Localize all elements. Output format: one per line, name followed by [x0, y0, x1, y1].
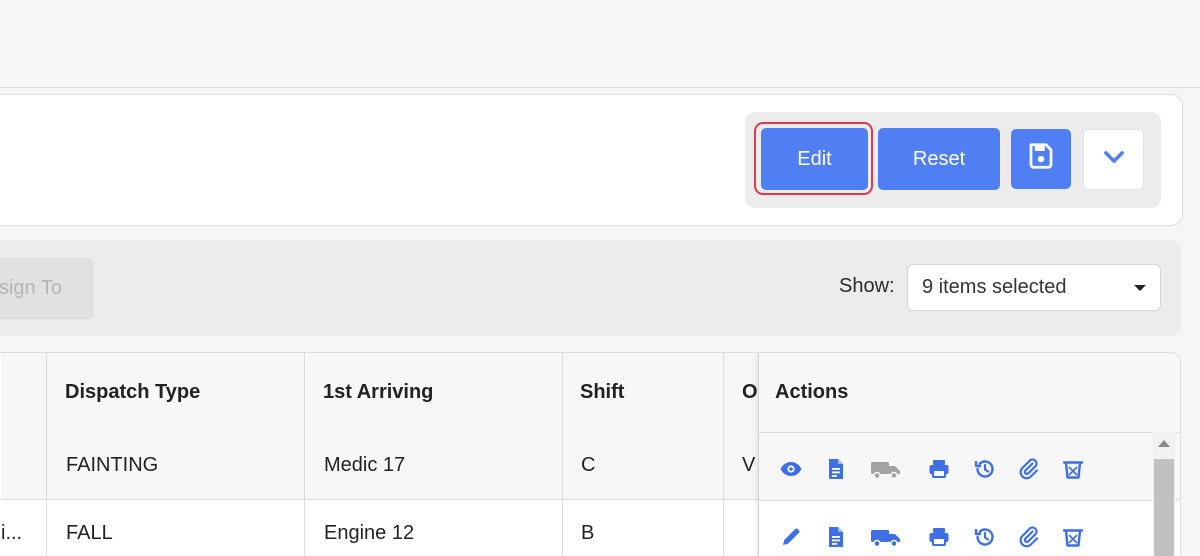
- actions-row: [759, 433, 1155, 501]
- save-button[interactable]: [1011, 129, 1071, 189]
- document-icon[interactable]: [824, 457, 848, 481]
- table-cell-first-arriving: Medic 17: [324, 454, 406, 476]
- column-header-partial[interactable]: O: [742, 381, 758, 404]
- more-options-dropdown-button[interactable]: [1083, 129, 1144, 190]
- column-divider: [304, 353, 305, 556]
- table-cell-shift: B: [581, 522, 595, 544]
- truck-icon[interactable]: [869, 525, 903, 549]
- scrollbar-thumb[interactable]: [1154, 459, 1174, 556]
- table-cell-prev: i...: [1, 522, 23, 544]
- document-icon[interactable]: [824, 525, 848, 549]
- chevron-down-icon: [1100, 143, 1128, 177]
- printer-icon[interactable]: [927, 525, 951, 549]
- table-cell-first-arriving: Engine 12: [324, 522, 415, 544]
- top-bar: [0, 0, 1200, 88]
- actions-row: [759, 501, 1155, 556]
- column-divider: [562, 353, 563, 556]
- show-select-value: 9 items selected: [922, 276, 1067, 298]
- assign-to-button[interactable]: Assign To: [0, 258, 93, 319]
- pencil-icon[interactable]: [779, 525, 803, 549]
- column-divider: [46, 353, 47, 556]
- trash-icon[interactable]: [1061, 525, 1085, 549]
- paperclip-icon[interactable]: [1017, 525, 1041, 549]
- paperclip-icon[interactable]: [1017, 457, 1041, 481]
- edit-button[interactable]: Edit: [761, 128, 868, 190]
- table-cell-dispatch-type: FALL: [66, 522, 113, 544]
- column-header-first-arriving[interactable]: 1st Arriving: [323, 381, 433, 404]
- table-cell-dispatch-type: FAINTING: [66, 454, 159, 476]
- show-columns-select[interactable]: 9 items selected: [907, 264, 1161, 311]
- scroll-up-arrow-icon[interactable]: [1158, 440, 1170, 447]
- column-divider: [723, 353, 724, 556]
- column-header-actions: Actions: [775, 381, 849, 403]
- floppy-disk-icon: [1026, 141, 1056, 177]
- truck-icon[interactable]: [869, 457, 903, 481]
- reset-button[interactable]: Reset: [878, 128, 1000, 190]
- eye-icon[interactable]: [779, 457, 803, 481]
- table-cell-shift: C: [581, 454, 596, 476]
- printer-icon[interactable]: [927, 457, 951, 481]
- table-cell-partial: V: [742, 454, 756, 476]
- caret-down-icon: [1134, 285, 1146, 291]
- column-header-dispatch-type[interactable]: Dispatch Type: [65, 381, 200, 404]
- column-header-shift[interactable]: Shift: [580, 381, 624, 404]
- actions-header: Actions: [759, 353, 1180, 433]
- history-icon[interactable]: [973, 525, 997, 549]
- trash-icon[interactable]: [1061, 457, 1085, 481]
- page: Edit Reset Assign To Show: 9 items selec…: [0, 0, 1200, 556]
- dispatch-table: FAINTING Medic 17 C V i... FALL Engine 1…: [0, 352, 1181, 556]
- actions-column: Actions: [758, 353, 1180, 556]
- show-label: Show:: [839, 275, 895, 297]
- history-icon[interactable]: [973, 457, 997, 481]
